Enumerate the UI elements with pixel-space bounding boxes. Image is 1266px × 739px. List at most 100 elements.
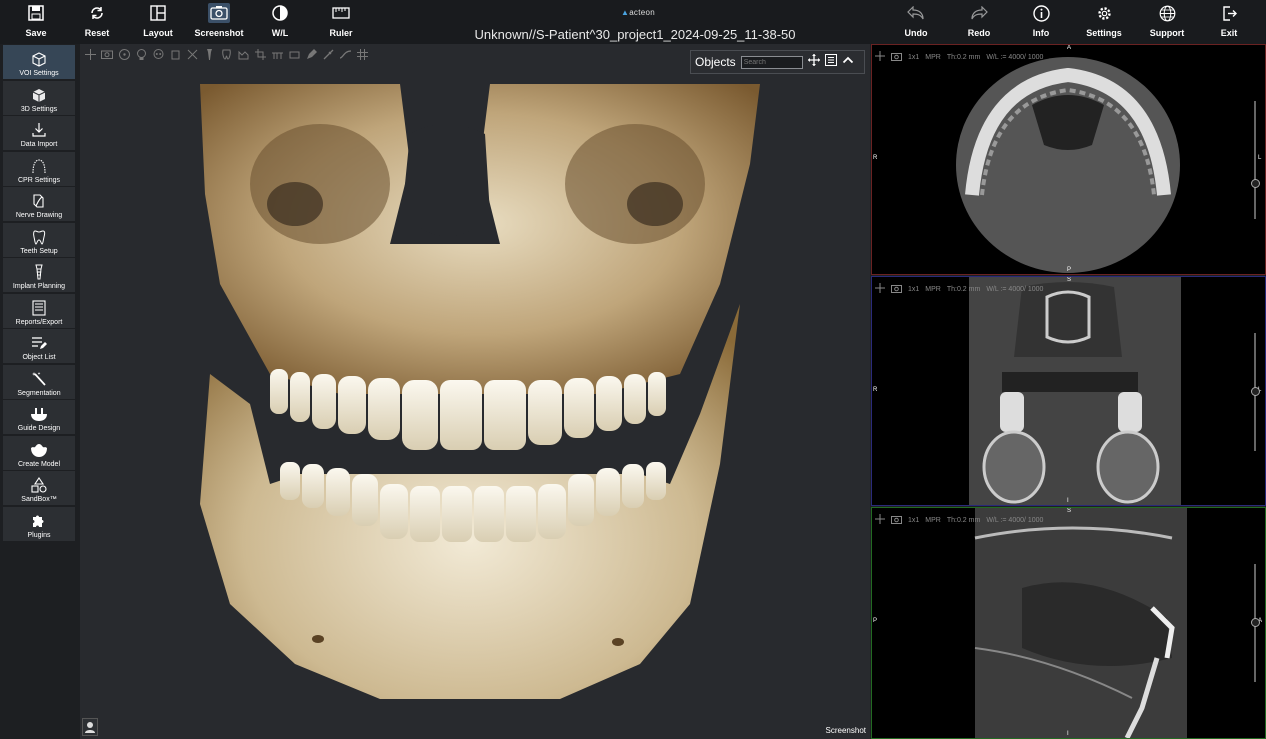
move-icon[interactable] [875, 48, 885, 66]
layout-icon [150, 2, 166, 24]
panel-mode[interactable]: MPR [925, 286, 941, 293]
sidebar-item-segmentation[interactable]: Segmentation [3, 365, 75, 399]
brand-logo: ▲acteon [620, 8, 656, 17]
sidebar-item-voi-settings[interactable]: VOI Settings [3, 45, 75, 79]
slice-slider-handle[interactable] [1251, 387, 1260, 396]
ruler-button[interactable]: Ruler [306, 2, 376, 42]
wl-button[interactable]: W/L [245, 2, 315, 42]
reset-button[interactable]: Reset [62, 2, 132, 42]
sidebar-item-plugins[interactable]: Plugins [3, 507, 75, 541]
objects-panel: Objects [690, 50, 865, 74]
sidebar-item-implant-planning[interactable]: Implant Planning [3, 258, 75, 292]
list-icon[interactable] [824, 53, 837, 71]
layout-label: Layout [143, 28, 173, 38]
screenshot-caption: Screenshot [825, 726, 866, 735]
3d-viewport[interactable]: Objects Screenshot [80, 44, 870, 739]
orient-left: R [873, 387, 878, 393]
undo-label: Undo [904, 28, 928, 38]
puzzle-icon [31, 512, 47, 530]
sidebar-item-label: Teeth Setup [20, 248, 58, 255]
sagittal-panel-toolbar: 1x1 MPR Th:0.2 mm W/L := 4000/ 1000 [875, 511, 1043, 529]
report-icon [31, 299, 47, 317]
undo-button[interactable]: Undo [881, 2, 951, 42]
sagittal-ct-slice [974, 508, 1187, 738]
objects-search-input[interactable] [740, 55, 803, 69]
sidebar-item-object-list[interactable]: Object List [3, 329, 75, 363]
camera-icon[interactable] [891, 511, 902, 529]
list-edit-icon [31, 334, 47, 352]
panel-layout[interactable]: 1x1 [908, 54, 919, 61]
patient-avatar-icon[interactable] [82, 718, 98, 736]
save-button[interactable]: Save [1, 2, 71, 42]
tooth-icon [31, 228, 47, 246]
orient-top: A [1067, 45, 1072, 51]
camera-icon[interactable] [891, 48, 902, 66]
axial-panel-toolbar: 1x1 MPR Th:0.2 mm W/L := 4000/ 1000 [875, 48, 1043, 66]
implant-icon [31, 263, 47, 281]
redo-button[interactable]: Redo [944, 2, 1014, 42]
window-title: Unknown//S-Patient^30_project1_2024-09-2… [474, 27, 796, 42]
panel-layout[interactable]: 1x1 [908, 286, 919, 293]
support-label: Support [1149, 28, 1185, 38]
info-button[interactable]: Info [1006, 2, 1076, 42]
3d-cube-icon [31, 86, 47, 104]
sidebar-item-label: Create Model [17, 461, 61, 468]
camera-icon[interactable] [891, 280, 902, 298]
sagittal-view-panel[interactable]: 1x1 MPR Th:0.2 mm W/L := 4000/ 1000 S I … [871, 507, 1266, 739]
sidebar-item-guide-design[interactable]: Guide Design [3, 400, 75, 434]
model-icon [30, 441, 48, 459]
chevron-up-icon[interactable] [842, 53, 854, 71]
sidebar-item-label: Guide Design [17, 425, 61, 432]
sidebar-item-label: Implant Planning [12, 283, 66, 290]
settings-button[interactable]: Settings [1069, 2, 1139, 42]
orient-left: R [873, 155, 878, 161]
sidebar-item-cpr-settings[interactable]: CPR Settings [3, 152, 75, 186]
wl-label: W/L [271, 28, 289, 38]
sidebar-item-create-model[interactable]: Create Model [3, 436, 75, 470]
coronal-panel-toolbar: 1x1 MPR Th:0.2 mm W/L := 4000/ 1000 [875, 280, 1043, 298]
sidebar-item-sandbox[interactable]: SandBox™ [3, 471, 75, 505]
sidebar-item-teeth-setup[interactable]: Teeth Setup [3, 223, 75, 257]
sidebar-item-3d-settings[interactable]: 3D Settings [3, 81, 75, 115]
panel-mode[interactable]: MPR [925, 54, 941, 61]
orient-bottom: I [1067, 498, 1069, 504]
redo-label: Redo [967, 28, 991, 38]
axial-ct-slice [956, 57, 1180, 273]
exit-button[interactable]: Exit [1194, 2, 1264, 42]
slice-slider-handle[interactable] [1251, 179, 1260, 188]
orient-top: S [1067, 277, 1072, 283]
sidebar-item-label: Reports/Export [15, 319, 63, 326]
coronal-ct-slice [969, 277, 1181, 505]
left-sidebar: VOI Settings 3D Settings Data Import CPR… [0, 44, 80, 739]
ruler-icon [332, 2, 350, 24]
save-label: Save [25, 28, 47, 38]
slice-slider-handle[interactable] [1251, 618, 1260, 627]
sidebar-item-nerve-drawing[interactable]: Nerve Drawing [3, 187, 75, 221]
support-button[interactable]: Support [1132, 2, 1202, 42]
move-icon[interactable] [807, 53, 820, 71]
save-icon [28, 2, 44, 24]
sidebar-item-label: Data Import [20, 141, 58, 148]
screenshot-button[interactable]: Screenshot [184, 2, 254, 42]
panel-mode[interactable]: MPR [925, 517, 941, 524]
sidebar-item-label: CPR Settings [17, 177, 61, 184]
sidebar-item-label: SandBox™ [21, 496, 57, 503]
move-icon[interactable] [875, 511, 885, 529]
sidebar-item-reports-export[interactable]: Reports/Export [3, 294, 75, 328]
axial-view-panel[interactable]: 1x1 MPR Th:0.2 mm W/L := 4000/ 1000 A P … [871, 44, 1266, 275]
panel-window-level: W/L := 4000/ 1000 [986, 516, 1044, 524]
coronal-view-panel[interactable]: 1x1 MPR Th:0.2 mm W/L := 4000/ 1000 S I … [871, 276, 1266, 506]
download-icon [31, 121, 47, 139]
layout-button[interactable]: Layout [123, 2, 193, 42]
move-icon[interactable] [875, 280, 885, 298]
panel-thickness: Th:0.2 mm [946, 516, 981, 524]
panel-layout[interactable]: 1x1 [908, 517, 919, 524]
sidebar-item-data-import[interactable]: Data Import [3, 116, 75, 150]
panel-thickness: Th:0.2 mm [946, 285, 981, 293]
slice-slider[interactable] [1254, 101, 1256, 219]
reset-label: Reset [84, 28, 110, 38]
contrast-icon [272, 2, 288, 24]
orient-right: L [1258, 155, 1262, 161]
3d-skull-render [200, 84, 760, 699]
panel-window-level: W/L := 4000/ 1000 [986, 285, 1044, 293]
